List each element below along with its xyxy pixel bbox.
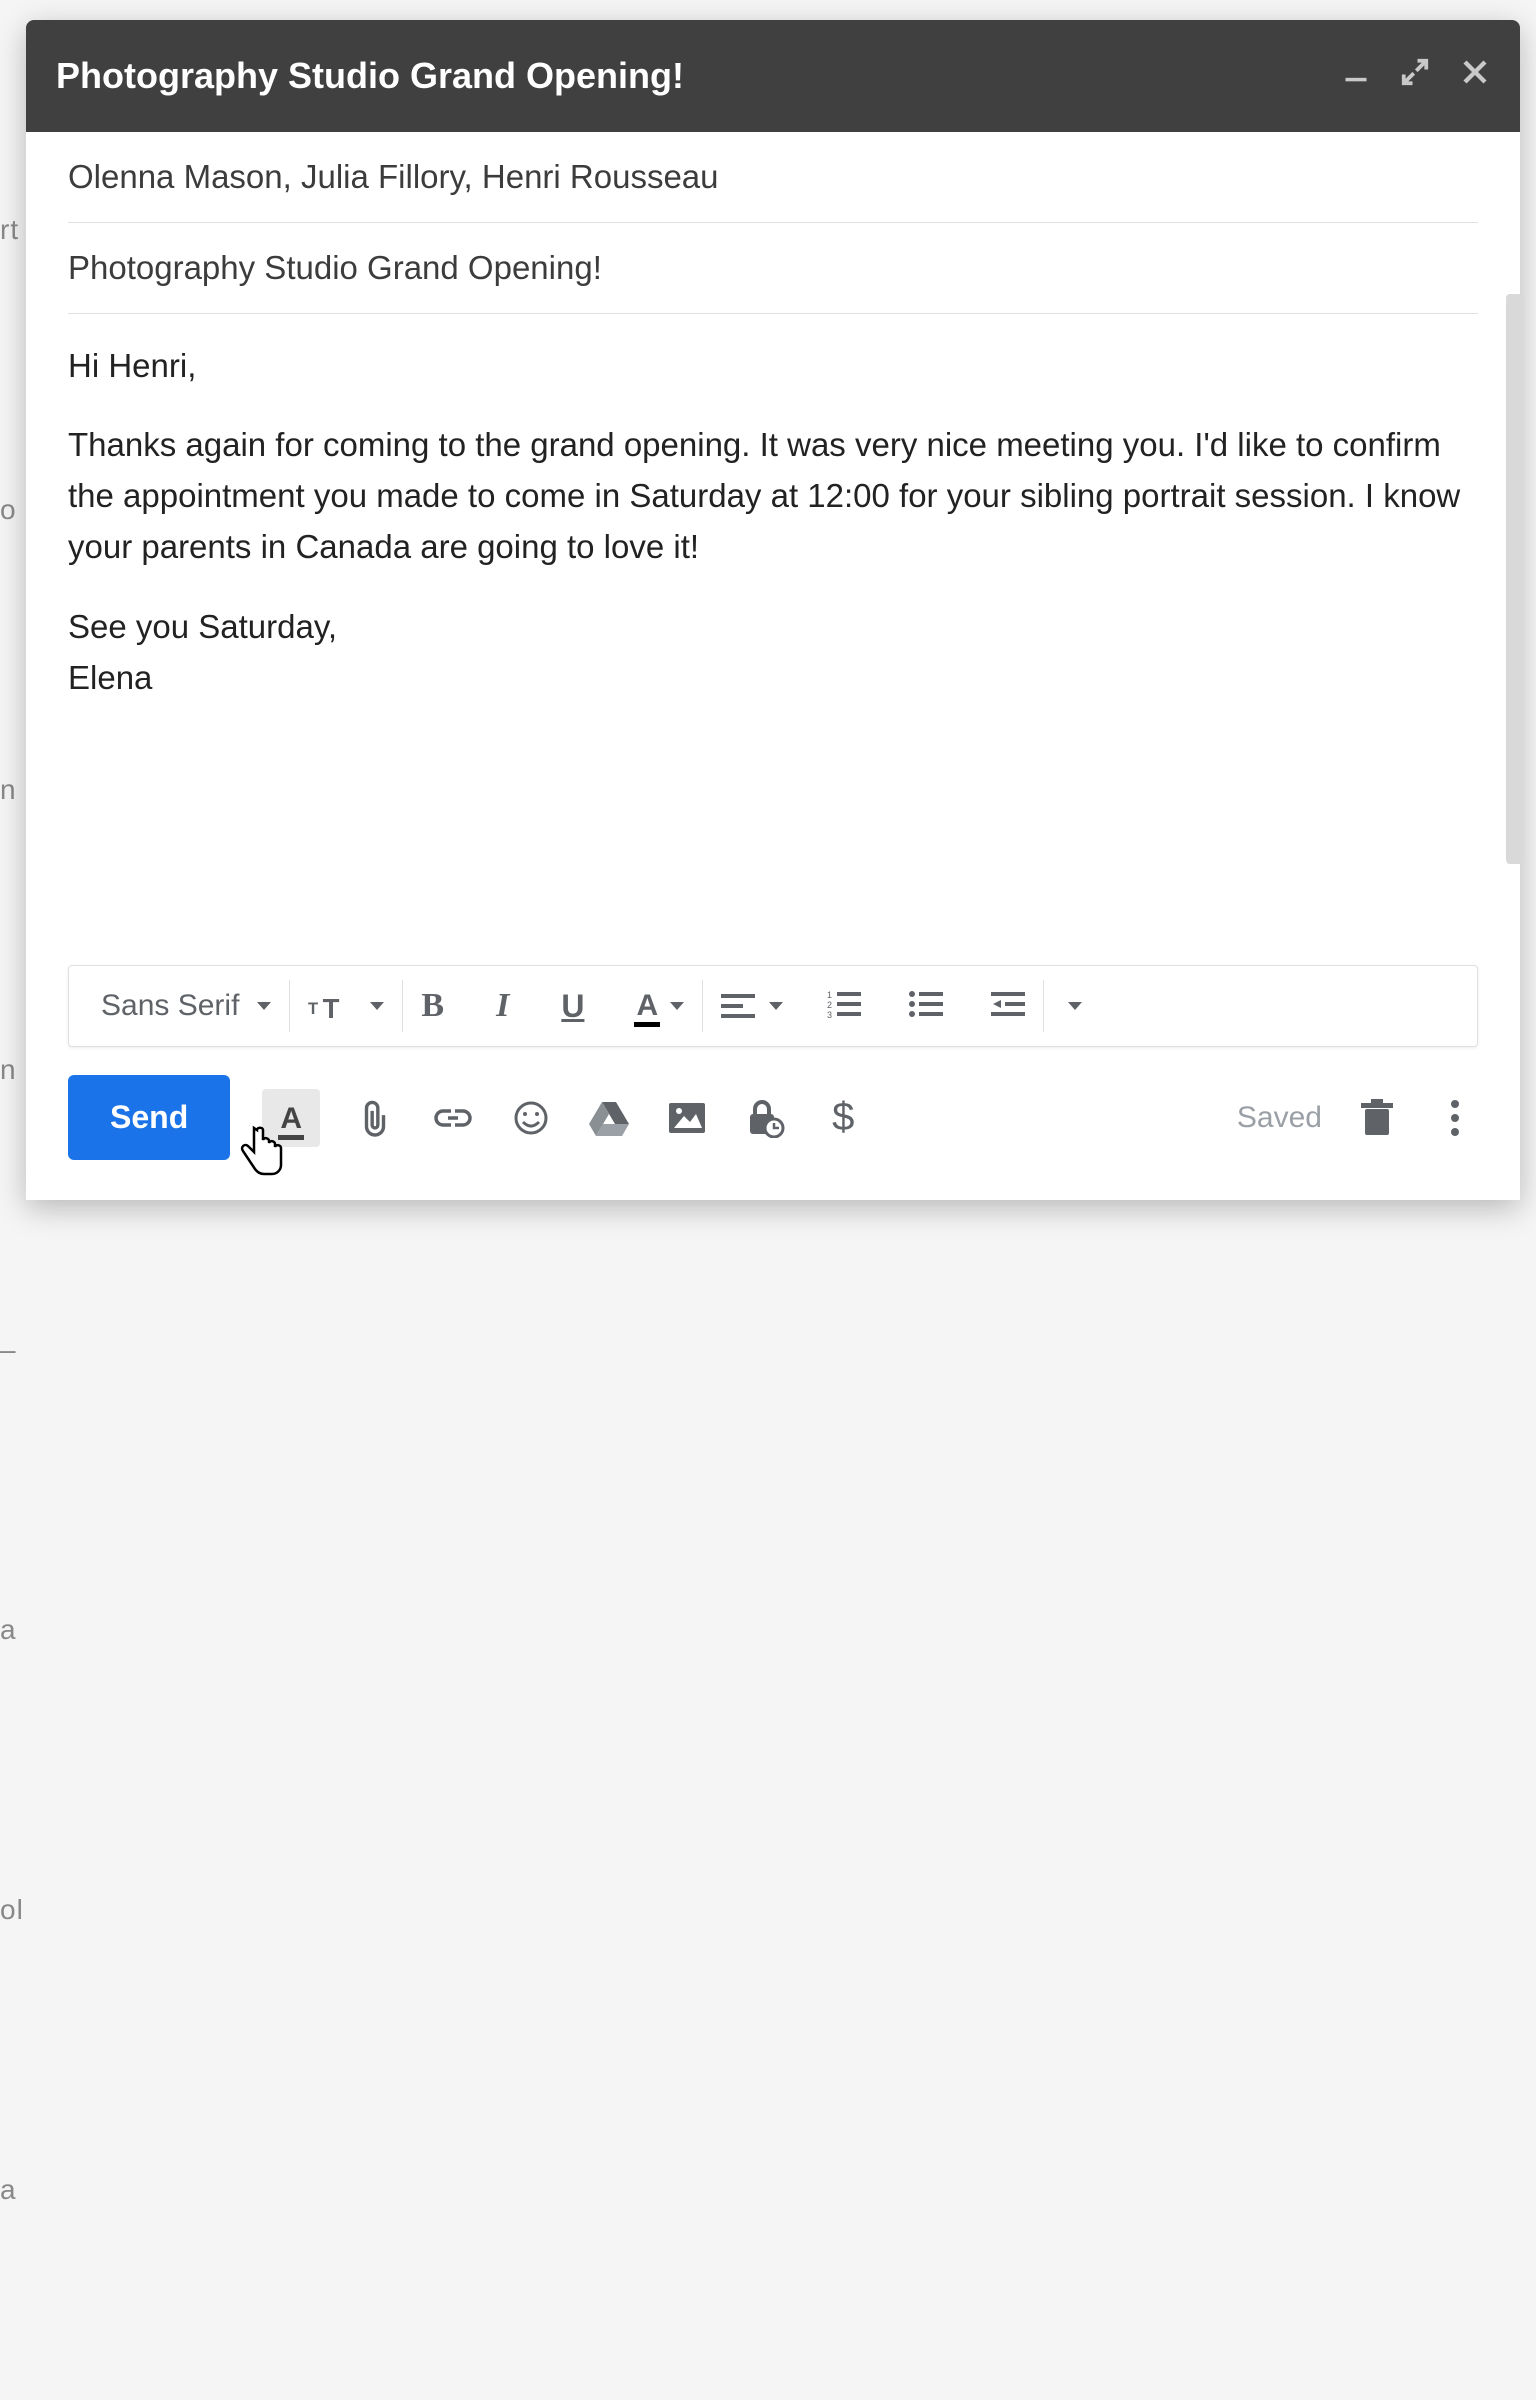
bold-button[interactable]: B (421, 987, 444, 1025)
compose-window: Photography Studio Grand Opening! Olenna… (26, 20, 1520, 1200)
window-title: Photography Studio Grand Opening! (56, 55, 1342, 97)
link-icon (431, 1106, 475, 1130)
saved-status: Saved (1237, 1101, 1322, 1135)
font-family-picker[interactable]: Sans Serif (83, 980, 289, 1032)
compose-footer: Send A (26, 1075, 1520, 1200)
kebab-menu-icon (1450, 1099, 1460, 1137)
indent-less-button[interactable] (991, 990, 1025, 1023)
chevron-down-icon (257, 1002, 271, 1010)
body-paragraph: Thanks again for coming to the grand ope… (68, 419, 1478, 572)
align-left-icon (721, 992, 755, 1020)
bulleted-list-button[interactable] (909, 990, 943, 1023)
numbered-list-button[interactable]: 1 2 3 (827, 990, 861, 1023)
trash-icon (1361, 1099, 1393, 1137)
header-fields: Olenna Mason, Julia Fillory, Henri Rouss… (26, 132, 1520, 314)
text-size-icon: T T (308, 989, 352, 1023)
body-closing-line: See you Saturday, (68, 601, 1478, 652)
compose-titlebar: Photography Studio Grand Opening! (26, 20, 1520, 132)
smile-icon (512, 1099, 550, 1137)
attach-file-button[interactable] (352, 1095, 398, 1141)
indent-decrease-icon (991, 990, 1025, 1018)
background-text: rt o n n – a ol a ol (0, 160, 24, 2400)
formatting-options-button[interactable]: A (262, 1089, 320, 1147)
insert-emoji-button[interactable] (508, 1095, 554, 1141)
underline-button[interactable]: U (561, 988, 584, 1025)
text-color-button[interactable]: A (636, 989, 684, 1023)
italic-button[interactable]: I (496, 987, 509, 1025)
paperclip-icon (358, 1097, 392, 1139)
chevron-down-icon (1068, 1002, 1082, 1010)
more-formatting-button[interactable] (1044, 980, 1100, 1032)
image-icon (668, 1102, 706, 1134)
lock-clock-icon (744, 1098, 786, 1138)
insert-drive-button[interactable] (586, 1095, 632, 1141)
svg-text:1: 1 (827, 990, 832, 1000)
insert-money-button[interactable]: $ (820, 1095, 866, 1141)
recipients-field[interactable]: Olenna Mason, Julia Fillory, Henri Rouss… (68, 132, 1478, 223)
send-button[interactable]: Send (68, 1075, 230, 1160)
svg-text:2: 2 (827, 1000, 832, 1010)
chevron-down-icon (370, 1002, 384, 1010)
subject-field[interactable]: Photography Studio Grand Opening! (68, 223, 1478, 314)
bulleted-list-icon (909, 990, 943, 1018)
window-controls (1342, 57, 1490, 95)
font-name-label: Sans Serif (101, 989, 239, 1023)
body-greeting: Hi Henri, (68, 340, 1478, 391)
align-button[interactable] (721, 992, 783, 1020)
insert-link-button[interactable] (430, 1095, 476, 1141)
svg-text:3: 3 (827, 1010, 832, 1018)
numbered-list-icon: 1 2 3 (827, 990, 861, 1018)
more-options-button[interactable] (1432, 1095, 1478, 1141)
confidential-mode-button[interactable] (742, 1095, 788, 1141)
font-size-picker[interactable]: T T (290, 980, 402, 1032)
minimize-icon[interactable] (1342, 58, 1370, 94)
body-scrollbar[interactable] (1506, 294, 1524, 864)
drive-icon (589, 1100, 629, 1136)
body-signature: Elena (68, 652, 1478, 703)
chevron-down-icon (769, 1002, 783, 1010)
message-body[interactable]: Hi Henri, Thanks again for coming to the… (26, 314, 1520, 965)
svg-text:T: T (308, 1000, 318, 1018)
insert-photo-button[interactable] (664, 1095, 710, 1141)
svg-text:T: T (323, 993, 340, 1023)
chevron-down-icon (670, 1002, 684, 1010)
discard-draft-button[interactable] (1354, 1095, 1400, 1141)
close-icon[interactable] (1460, 57, 1490, 95)
expand-icon[interactable] (1400, 57, 1430, 95)
formatting-toolbar: Sans Serif T T B I U A (68, 965, 1478, 1047)
